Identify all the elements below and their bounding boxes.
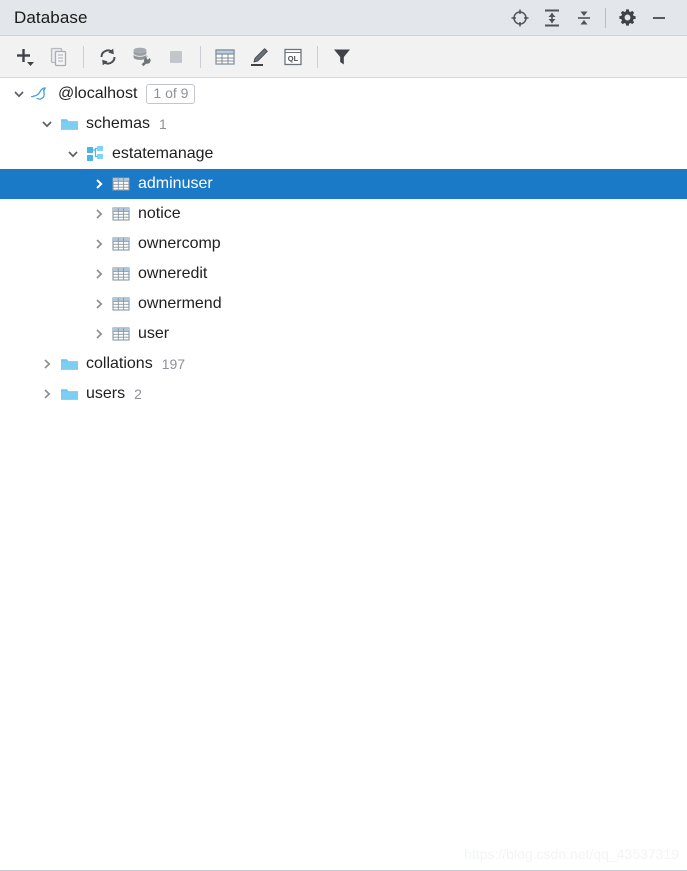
expand-all-button[interactable] — [536, 3, 568, 33]
table-grid-icon — [214, 47, 236, 67]
chevron-down-icon[interactable] — [62, 139, 84, 169]
toolbar-separator-2 — [200, 45, 201, 68]
chevron-right-icon[interactable] — [36, 379, 58, 409]
collapse-all-button[interactable] — [568, 3, 600, 33]
filter-funnel-icon — [331, 46, 353, 68]
chevron-down-icon[interactable] — [8, 79, 30, 109]
titlebar-separator — [605, 7, 606, 28]
titlebar-actions — [504, 3, 675, 33]
tree-node-label: ownercomp — [138, 235, 221, 252]
tree-node-user[interactable]: user — [0, 319, 687, 349]
database-toolbar: QL — [0, 36, 687, 78]
tree-node-users[interactable]: users 2 — [0, 379, 687, 409]
refresh-icon — [97, 46, 119, 68]
tree-node-localhost[interactable]: @localhost 1 of 9 — [0, 79, 687, 109]
tree-node-label: schemas — [86, 115, 151, 132]
chevron-right-icon[interactable] — [88, 229, 110, 259]
table-icon — [110, 169, 132, 199]
tree-node-count: 197 — [161, 356, 186, 372]
collapse-all-icon — [574, 8, 594, 28]
svg-text:QL: QL — [288, 54, 299, 63]
chevron-right-icon[interactable] — [88, 199, 110, 229]
mysql-dolphin-icon — [30, 79, 52, 109]
chevron-right-icon[interactable] — [88, 319, 110, 349]
ql-console-icon: QL — [282, 47, 304, 67]
tree-node-label: owneredit — [138, 265, 208, 282]
tree-node-label: notice — [138, 205, 181, 222]
tree-node-label: @localhost — [58, 85, 138, 102]
tree-node-count: 2 — [134, 386, 142, 402]
tree-node-ownercomp[interactable]: ownercomp — [0, 229, 687, 259]
modify-object-button[interactable] — [242, 40, 276, 74]
database-tool-window: Database QL @localhost 1 of 9 schemas 1 … — [0, 0, 687, 871]
status-badge: 1 of 9 — [146, 83, 196, 105]
tree-node-estatemanage[interactable]: estatemanage — [0, 139, 687, 169]
minimize-icon — [649, 8, 669, 28]
minimize-button[interactable] — [643, 3, 675, 33]
pencil-edit-icon — [248, 46, 270, 68]
duplicate-button[interactable] — [42, 40, 76, 74]
settings-button[interactable] — [611, 3, 643, 33]
tree-node-label: adminuser — [138, 175, 213, 192]
add-new-button[interactable] — [8, 40, 42, 74]
database-tools-button[interactable] — [125, 40, 159, 74]
jump-to-query-console-button[interactable]: QL — [276, 40, 310, 74]
database-wrench-icon — [130, 45, 154, 69]
tree-node-schemas[interactable]: schemas 1 — [0, 109, 687, 139]
chevron-right-icon[interactable] — [36, 349, 58, 379]
page-title: Database — [14, 7, 88, 27]
table-icon — [110, 229, 132, 259]
settings-gear-icon — [618, 8, 637, 27]
toolbar-separator-1 — [83, 45, 84, 68]
stop-button[interactable] — [159, 40, 193, 74]
tree-node-notice[interactable]: notice — [0, 199, 687, 229]
tree-node-ownermend[interactable]: ownermend — [0, 289, 687, 319]
schema-icon — [84, 139, 106, 169]
tree-node-collations[interactable]: collations 197 — [0, 349, 687, 379]
open-table-editor-button[interactable] — [208, 40, 242, 74]
expand-all-icon — [542, 8, 562, 28]
chevron-down-icon[interactable] — [36, 109, 58, 139]
tree-node-label: users — [86, 385, 126, 402]
folder-icon — [58, 349, 80, 379]
stop-square-icon — [166, 47, 186, 67]
folder-icon — [58, 109, 80, 139]
database-tree[interactable]: @localhost 1 of 9 schemas 1 estatemanage… — [0, 78, 687, 870]
tree-node-label: ownermend — [138, 295, 222, 312]
tree-node-owneredit[interactable]: owneredit — [0, 259, 687, 289]
table-icon — [110, 289, 132, 319]
table-icon — [110, 259, 132, 289]
locate-in-tree-button[interactable] — [504, 3, 536, 33]
tree-node-label: user — [138, 325, 170, 342]
locate-in-tree-icon — [510, 8, 530, 28]
tool-window-titlebar: Database — [0, 0, 687, 36]
plus-dropdown-icon — [12, 44, 38, 70]
tree-node-adminuser[interactable]: adminuser — [0, 169, 687, 199]
chevron-right-icon[interactable] — [88, 169, 110, 199]
chevron-right-icon[interactable] — [88, 259, 110, 289]
table-icon — [110, 199, 132, 229]
folder-icon — [58, 379, 80, 409]
refresh-button[interactable] — [91, 40, 125, 74]
tree-node-label: collations — [86, 355, 153, 372]
copy-icon — [48, 46, 70, 68]
filter-button[interactable] — [325, 40, 359, 74]
chevron-right-icon[interactable] — [88, 289, 110, 319]
tree-node-label: estatemanage — [112, 145, 214, 162]
watermark-text: https://blog.csdn.net/qq_43537319 — [464, 846, 679, 862]
table-icon — [110, 319, 132, 349]
tree-node-count: 1 — [159, 116, 167, 132]
toolbar-separator-3 — [317, 45, 318, 68]
